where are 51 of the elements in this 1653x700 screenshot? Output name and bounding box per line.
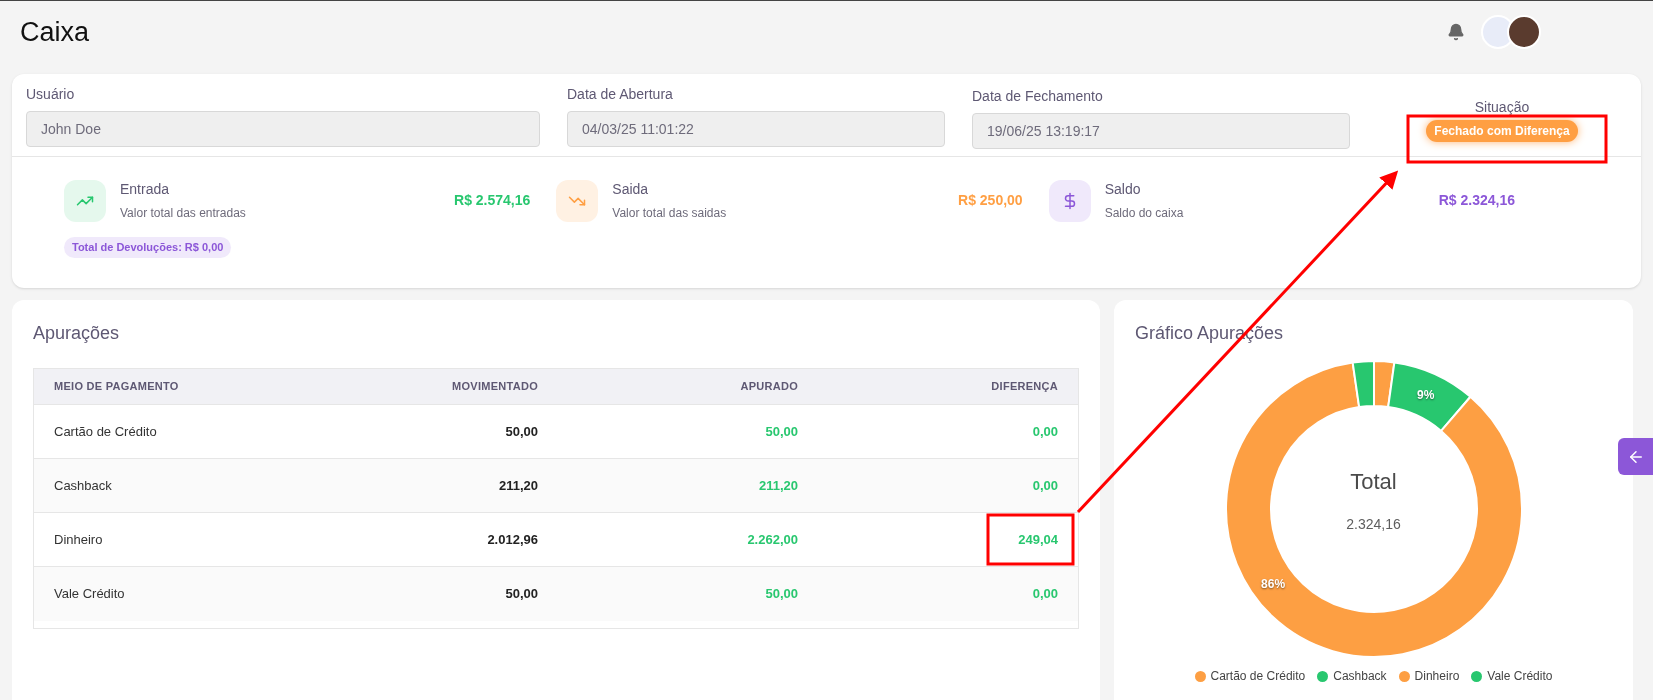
card-title: Apurações (33, 322, 121, 345)
table-cell-text: Vale Crédito (54, 585, 126, 604)
returns-badge: Total de Devoluções: R$ 0,00 (64, 237, 232, 258)
stat-amount: R$ 2.574,16 (454, 191, 531, 210)
stat-amount: R$ 2.324,16 (1438, 191, 1515, 210)
table-cell-text: Cartão de Crédito (54, 422, 158, 441)
legend-label[interactable]: Cartão de Crédito (1210, 667, 1306, 685)
column-header: MEIO DE PAGAMENTO (54, 379, 180, 395)
status-badge: Fechado com Diferença (1426, 120, 1578, 142)
input-field[interactable]: John Doe (26, 111, 540, 147)
stat-title: Saldo (1104, 180, 1142, 199)
column-header: APURADO (739, 379, 798, 395)
legend-label[interactable]: Dinheiro (1414, 667, 1460, 685)
slice-label: 86% (1260, 576, 1285, 591)
field-label: Data de Fechamento (972, 87, 1104, 106)
table-cell-text: 0,00 (1031, 476, 1058, 495)
legend-label[interactable]: Cashback (1333, 667, 1387, 685)
bell-icon[interactable] (1447, 23, 1465, 41)
table-cell-text: 211,20 (497, 476, 538, 495)
table-cell-text: Dinheiro (54, 530, 104, 549)
stat-subtitle: Valor total das entradas (120, 205, 247, 222)
donut-center-value: 2.324,16 (1346, 515, 1401, 534)
status-label: Situação (1474, 100, 1530, 114)
stat-title: Entrada (120, 180, 171, 199)
input-field[interactable]: 04/03/25 11:01:22 (567, 111, 945, 147)
table-cell-text: 0,00 (1031, 585, 1058, 604)
table-cell-text: 211,20 (757, 476, 798, 495)
field-label: Usuário (26, 85, 76, 104)
stat-amount: R$ 250,00 (958, 191, 1023, 210)
table-cell-text: 50,00 (504, 422, 538, 441)
column-header: MOVIMENTADO (451, 379, 538, 395)
stat-title: Saida (612, 180, 650, 199)
page-title: Caixa (20, 15, 90, 49)
field-label: Data de Abertura (567, 85, 674, 104)
table-cell-text: 2.262,00 (746, 530, 798, 549)
stat-subtitle: Saldo do caixa (1104, 205, 1185, 222)
table-cell-text: 0,00 (1031, 422, 1058, 441)
donut-center-title: Total (1350, 468, 1397, 496)
avatar[interactable] (1507, 15, 1541, 49)
table-cell-text: 2.012,96 (486, 530, 538, 549)
table-cell-text: 50,00 (764, 422, 798, 441)
legend-label[interactable]: Vale Crédito (1487, 667, 1553, 685)
table-cell-text: Cashback (54, 476, 113, 495)
table-cell-text: 50,00 (764, 585, 798, 604)
stat-subtitle: Valor total das saidas (612, 205, 728, 222)
slice-label: 9% (1416, 387, 1434, 402)
table-cell-text: 249,04 (1017, 530, 1058, 549)
table-cell-text: 50,00 (504, 585, 538, 604)
back-button[interactable] (1618, 438, 1653, 475)
column-header: DIFERENÇA (990, 379, 1058, 395)
input-field[interactable]: 19/06/25 13:19:17 (972, 113, 1350, 149)
